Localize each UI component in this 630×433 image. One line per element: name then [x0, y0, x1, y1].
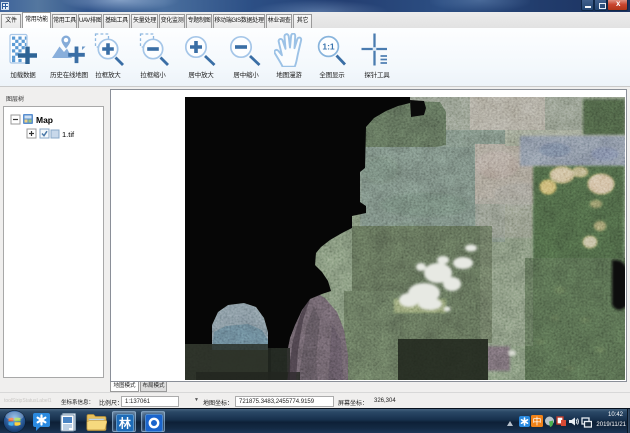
svg-text:中: 中 [532, 416, 541, 427]
svg-text:林: 林 [118, 415, 130, 430]
svg-text:1:1: 1:1 [322, 42, 335, 52]
svg-text:Map: Map [36, 115, 53, 125]
svg-text:1.tif: 1.tif [62, 130, 75, 139]
